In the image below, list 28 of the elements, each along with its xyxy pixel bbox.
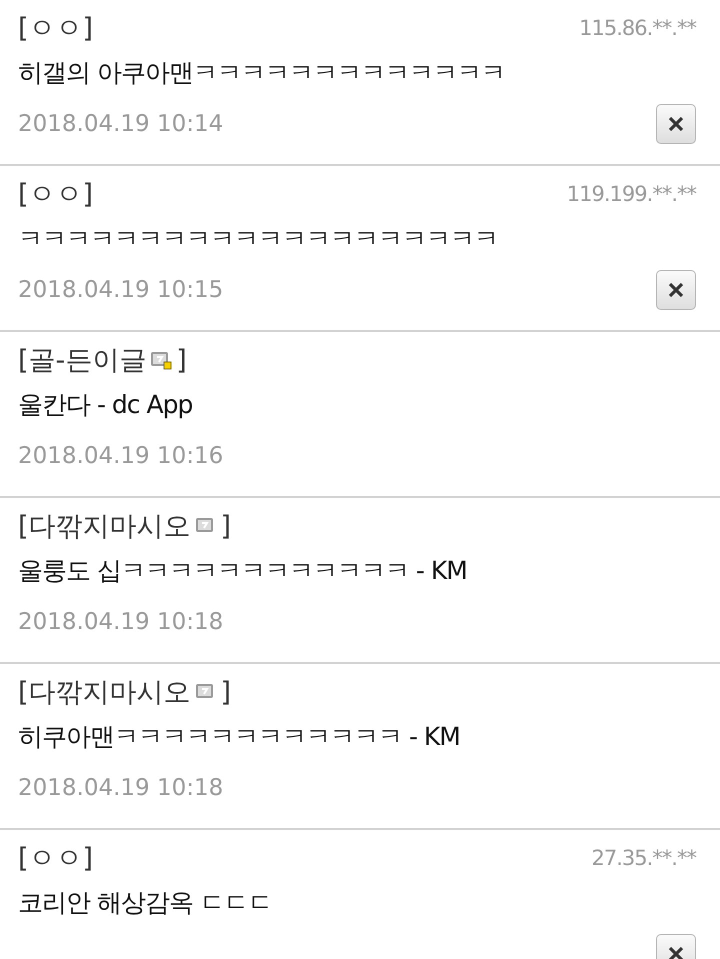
bracket: ]	[220, 676, 232, 708]
author-name: [골-든이글	[18, 344, 146, 378]
comment-text: 코리안 해상감옥 ㄷㄷㄷ	[18, 887, 273, 919]
comment-date: 2018.04.19 10:16	[18, 443, 224, 469]
ip-address: 115.86.**.**	[579, 16, 696, 40]
author-name: [ㅇㅇ]	[18, 842, 94, 876]
close-icon	[667, 945, 685, 959]
comment-date: 2018.04.19 10:18	[18, 775, 224, 801]
bracket: ]	[176, 344, 187, 376]
author-name: [ㅇㅇ]	[18, 12, 94, 46]
close-icon	[667, 115, 685, 133]
ip-address: 27.35.**.**	[592, 846, 696, 870]
ip-address: 119.199.**.**	[566, 182, 696, 206]
delete-button[interactable]	[656, 270, 696, 310]
author-name: [다깎지마시오	[18, 510, 191, 544]
comment-text: 울룽도 십ㅋㅋㅋㅋㅋㅋㅋㅋㅋㅋㅋㅋ - KM	[18, 555, 468, 587]
delete-button[interactable]	[656, 104, 696, 144]
author-name: [다깎지마시오	[18, 676, 191, 710]
close-icon	[667, 281, 685, 299]
comment-date: 2018.04.19 10:14	[18, 111, 224, 137]
comment-text: 히쿠아맨ㅋㅋㅋㅋㅋㅋㅋㅋㅋㅋㅋㅋ - KM	[18, 721, 461, 753]
comment-date: 2018.04.19 10:15	[18, 277, 224, 303]
comment-text: ㅋㅋㅋㅋㅋㅋㅋㅋㅋㅋㅋㅋㅋㅋㅋㅋㅋㅋㅋㅋ	[18, 223, 499, 255]
comment-text: 울칸다 - dc App	[18, 389, 194, 421]
author-name: [ㅇㅇ]	[18, 178, 94, 212]
bracket: ]	[220, 510, 232, 542]
comment-date: 2018.04.19 10:18	[18, 609, 224, 635]
comment-text: 히갤의 아쿠아맨ㅋㅋㅋㅋㅋㅋㅋㅋㅋㅋㅋㅋㅋ	[18, 57, 506, 89]
